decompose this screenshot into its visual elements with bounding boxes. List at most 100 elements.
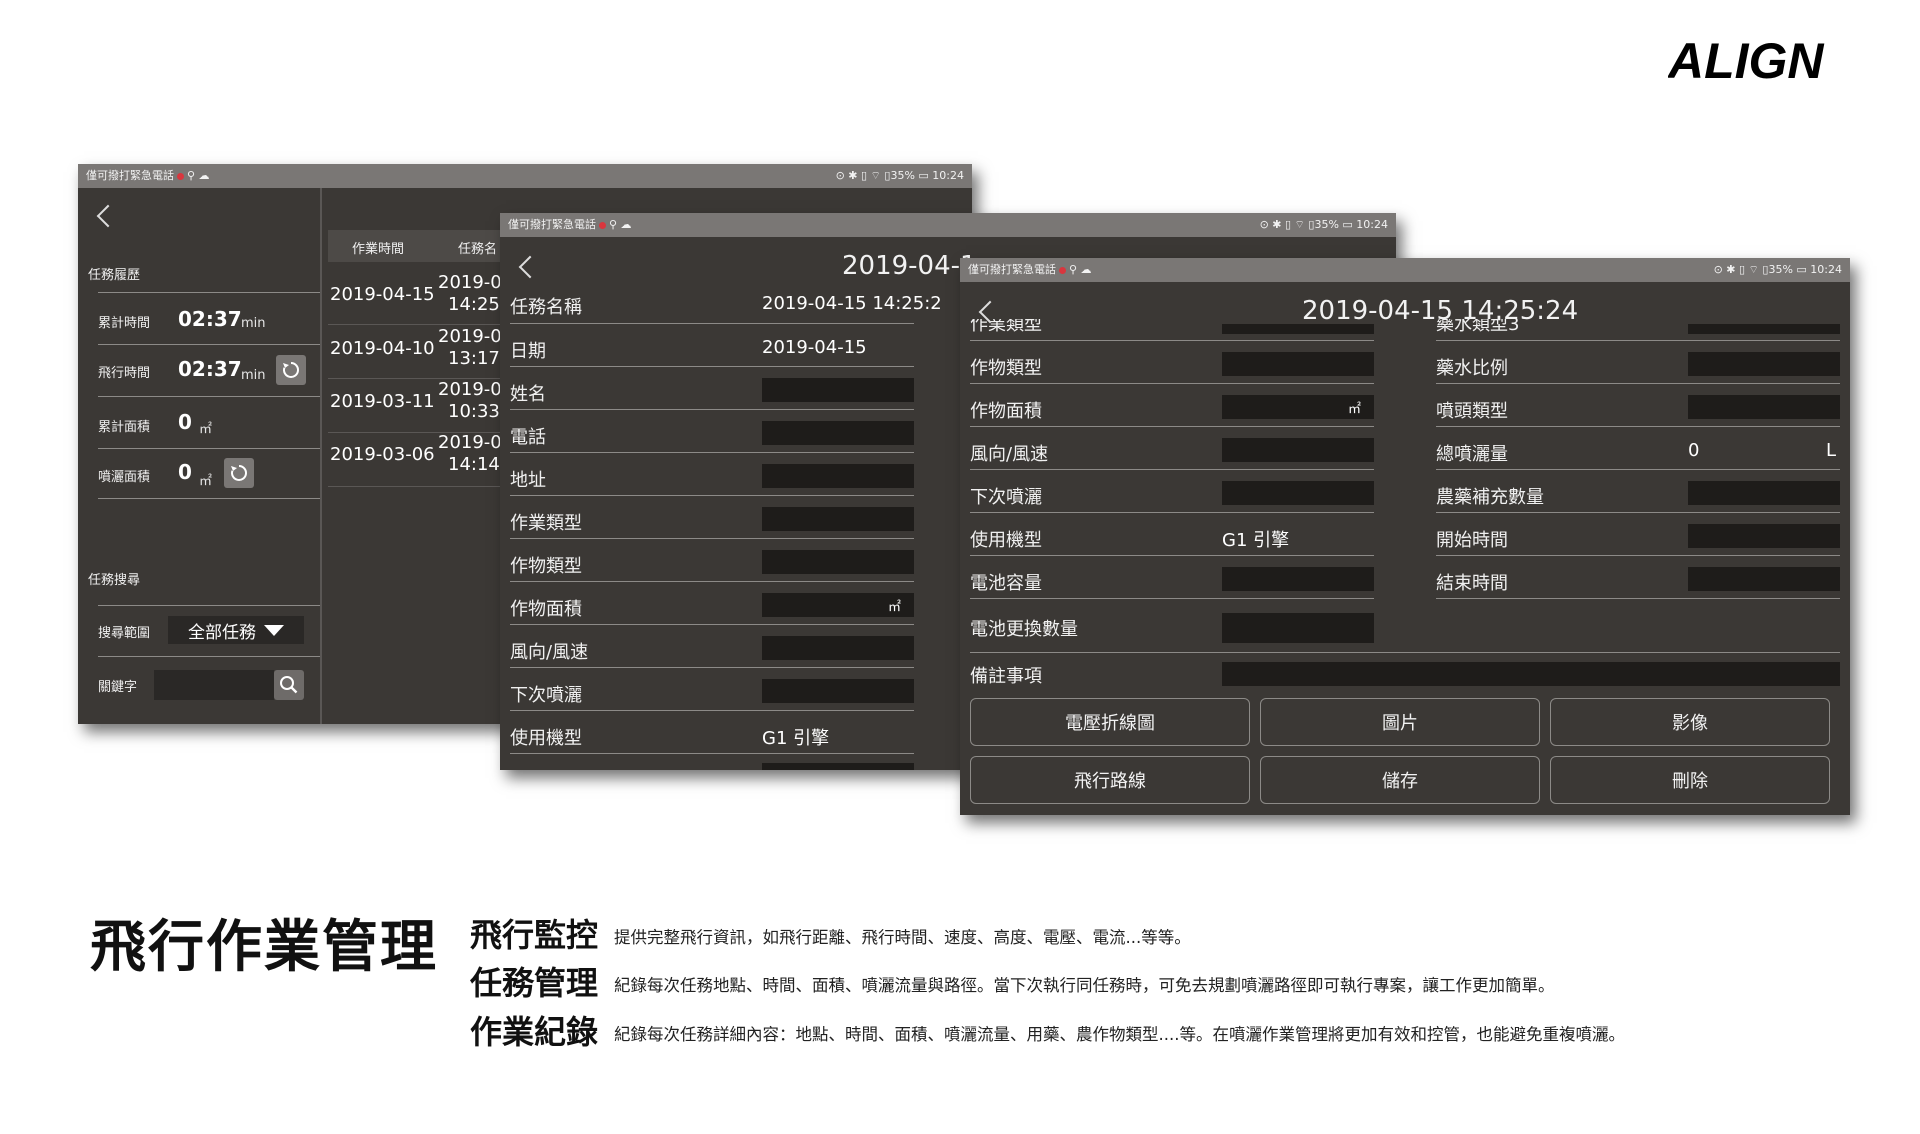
flight-path-button[interactable]: 飛行路線 xyxy=(970,756,1250,804)
notification-icon xyxy=(1059,266,1066,274)
section-search-label: 任務搜尋 xyxy=(88,573,141,588)
mix-ratio-field[interactable] xyxy=(1688,352,1840,376)
phone-field[interactable] xyxy=(762,421,914,445)
search-button[interactable] xyxy=(274,670,304,700)
feature-title: 飛行監控 xyxy=(470,916,599,954)
row-name-time[interactable]: 13:17 xyxy=(448,348,500,369)
field-label: 下次噴灑 xyxy=(510,685,582,706)
wind-field[interactable] xyxy=(762,636,914,660)
work-type-field[interactable] xyxy=(762,507,914,531)
feature-desc: 紀錄每次任務詳細內容：地點、時間、面積、噴灑流量、用藥、農作物類型....等。在… xyxy=(614,1025,1625,1044)
stat-unit: ㎡ xyxy=(199,474,213,489)
field-label: 使用機型 xyxy=(970,530,1042,551)
back-icon[interactable] xyxy=(518,255,542,279)
battery-swap-field[interactable] xyxy=(1222,613,1374,643)
field-label: 風向/風速 xyxy=(510,642,589,663)
voltage-chart-button[interactable]: 電壓折線圖 xyxy=(970,698,1250,746)
delete-button[interactable]: 刪除 xyxy=(1550,756,1830,804)
row-date[interactable]: 2019-03-06 xyxy=(330,444,435,465)
row-date[interactable]: 2019-03-11 xyxy=(330,391,435,412)
row-date[interactable]: 2019-04-10 xyxy=(330,338,435,359)
stat-value: 02:37 xyxy=(178,307,242,331)
stat-value: 0 xyxy=(178,410,192,434)
cut-field xyxy=(762,763,914,770)
screen-mission-detail-expanded: 僅可撥打緊急電話 ⚲ ☁ ⊙ ✱ ▯ ⌔ ▯35% ▭ 10:24 作業類型 藥水… xyxy=(960,258,1850,815)
row-name-date[interactable]: 2019-0 xyxy=(438,379,502,400)
end-time-field[interactable] xyxy=(1688,567,1840,591)
row-name-date[interactable]: 2019-0 xyxy=(438,272,502,293)
field-label: 噴頭類型 xyxy=(1436,401,1508,422)
field-label: 總噴灑量 xyxy=(1436,444,1508,465)
address-field[interactable] xyxy=(762,464,914,488)
name-field[interactable] xyxy=(762,378,914,402)
row-name-date[interactable]: 2019-0 xyxy=(438,432,502,453)
feature-title: 任務管理 xyxy=(470,964,599,1002)
row-date[interactable]: 2019-04-15 xyxy=(330,284,435,305)
notification-icon xyxy=(177,172,184,180)
feature-title: 作業紀錄 xyxy=(470,1013,599,1051)
field-label: 地址 xyxy=(510,470,546,491)
detail-title: 2019-04-15 14:25:24 xyxy=(1302,296,1579,326)
field-label: 電池容量 xyxy=(970,573,1042,594)
reset-flight-time-button[interactable] xyxy=(276,355,306,385)
stat-unit: ㎡ xyxy=(199,422,213,437)
field-label: 作業類型 xyxy=(510,513,582,534)
crop-type-field[interactable] xyxy=(762,550,914,574)
field-label: 任務名稱 xyxy=(510,297,582,318)
field-label: 電話 xyxy=(510,427,546,448)
field-label: 使用機型 xyxy=(510,728,582,749)
area-unit: ㎡ xyxy=(888,600,902,615)
field-value: 2019-04-15 xyxy=(762,337,867,358)
detail-title: 2019-04-1 xyxy=(842,251,977,281)
status-text: 僅可撥打緊急電話 xyxy=(86,169,174,182)
stat-label: 累計面積 xyxy=(98,420,151,435)
svg-text:ALIGN: ALIGN xyxy=(1668,36,1824,84)
field-label: 開始時間 xyxy=(1436,530,1508,551)
images-button[interactable]: 圖片 xyxy=(1260,698,1540,746)
row-name-time[interactable]: 14:14 xyxy=(448,454,500,475)
row-name-date[interactable]: 2019-0 xyxy=(438,326,502,347)
refresh-icon xyxy=(231,465,247,481)
battery-capacity-field[interactable] xyxy=(1222,567,1374,591)
field-value: G1 引擎 xyxy=(1222,530,1290,551)
align-logo: ALIGN xyxy=(1668,36,1824,84)
start-time-field[interactable] xyxy=(1688,524,1840,548)
area-unit: ㎡ xyxy=(1348,402,1362,417)
field-label: 作物類型 xyxy=(970,358,1042,379)
search-range-value: 全部任務 xyxy=(188,622,256,643)
row-name-time[interactable]: 10:33 xyxy=(448,401,500,422)
nozzle-type-field[interactable] xyxy=(1688,395,1840,419)
back-icon[interactable] xyxy=(96,204,120,228)
field-label: 風向/風速 xyxy=(970,444,1049,465)
save-button[interactable]: 儲存 xyxy=(1260,756,1540,804)
col-header-time: 作業時間 xyxy=(352,242,405,257)
search-range-dropdown[interactable]: 全部任務 xyxy=(168,616,304,644)
search-icon xyxy=(280,676,298,694)
row-name-time[interactable]: 14:25 xyxy=(448,294,500,315)
stat-unit: min xyxy=(241,316,266,331)
stat-label: 噴灑面積 xyxy=(98,470,151,485)
next-spray-field[interactable] xyxy=(762,679,914,703)
crop-type-field[interactable] xyxy=(1222,352,1374,376)
field-label: 下次噴灑 xyxy=(970,487,1042,508)
notes-field[interactable] xyxy=(1222,662,1840,686)
field-label: 農藥補充數量 xyxy=(1436,487,1544,508)
refresh-icon xyxy=(283,362,299,378)
next-spray-field[interactable] xyxy=(1222,481,1374,505)
feature-desc: 紀錄每次任務地點、時間、面積、噴灑流量與路徑。當下次執行同任務時，可免去規劃噴灑… xyxy=(614,976,1555,995)
volume-unit: L xyxy=(1826,440,1837,461)
field-label: 電池更換數量 xyxy=(970,619,1078,640)
wind-field[interactable] xyxy=(1222,438,1374,462)
status-text: 僅可撥打緊急電話 xyxy=(508,218,596,231)
stat-value: 02:37 xyxy=(178,357,242,381)
keyword-input[interactable] xyxy=(154,670,274,700)
field-label: 作物面積 xyxy=(970,401,1042,422)
status-right: ⊙ ✱ ▯ ⌔ ▯35% ▭ 10:24 xyxy=(1259,218,1388,231)
status-bar: 僅可撥打緊急電話 ⚲ ☁ ⊙ ✱ ▯ ⌔ ▯35% ▭ 10:24 xyxy=(78,164,972,188)
field-label: 作物面積 xyxy=(510,599,582,620)
reset-spray-area-button[interactable] xyxy=(224,458,254,488)
refill-count-field[interactable] xyxy=(1688,481,1840,505)
status-right: ⊙ ✱ ▯ ⌔ ▯35% ▭ 10:24 xyxy=(835,169,964,182)
field-label: 結束時間 xyxy=(1436,573,1508,594)
video-button[interactable]: 影像 xyxy=(1550,698,1830,746)
